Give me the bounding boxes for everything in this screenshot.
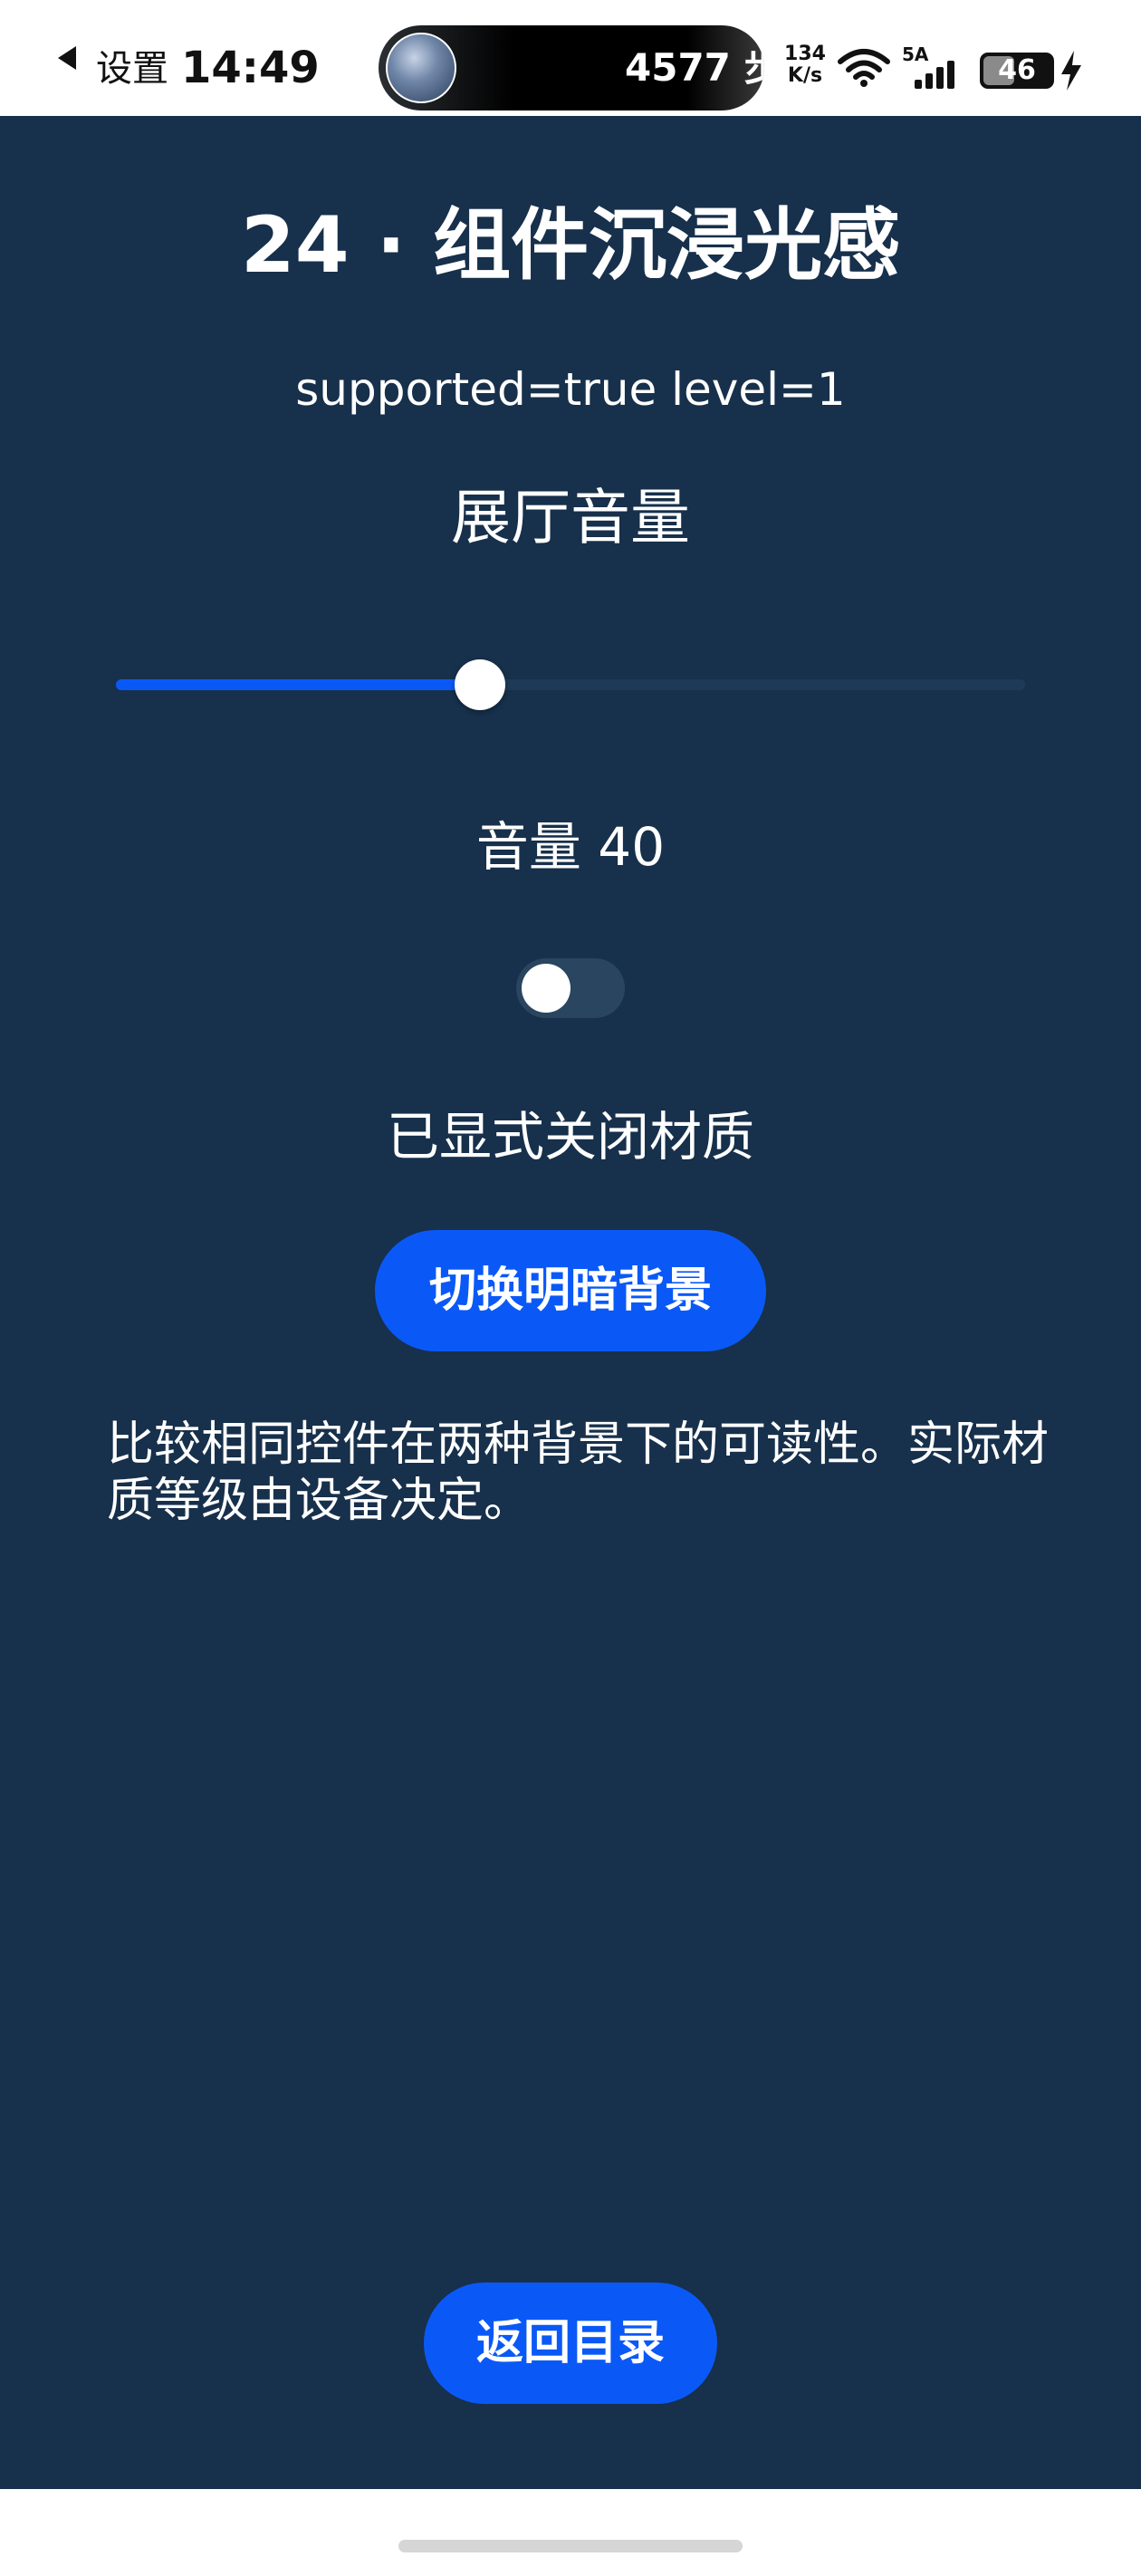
back-app-label[interactable]: 设置: [96, 45, 168, 92]
app-content: 24 · 组件沉浸光感 supported=true level=1 展厅音量 …: [0, 116, 1141, 2489]
volume-slider[interactable]: [116, 658, 1025, 712]
battery-icon: 46: [980, 53, 1054, 89]
toggle-background-button[interactable]: 切换明暗背景: [375, 1230, 766, 1351]
phone-screen: 设置 14:49 4577 步 134 K/s 5A 46 24 · 组件沉浸光…: [0, 0, 1141, 2576]
signal-icon: [915, 61, 954, 89]
wifi-icon: [838, 49, 890, 87]
slider-thumb[interactable]: [455, 659, 505, 710]
back-to-index-button[interactable]: 返回目录: [424, 2283, 717, 2404]
support-status: supported=true level=1: [295, 363, 846, 416]
slider-fill: [116, 679, 480, 690]
dynamic-island[interactable]: 4577 步: [379, 25, 764, 111]
network-speed-unit: K/s: [787, 64, 823, 87]
home-indicator[interactable]: [398, 2540, 743, 2552]
material-status: 已显式关闭材质: [386, 1106, 754, 1168]
network-speed-value: 134: [784, 43, 826, 65]
page-title: 24 · 组件沉浸光感: [240, 200, 901, 291]
description-text: 比较相同控件在两种背景下的可读性。实际材质等级由设备决定。: [107, 1418, 1050, 1528]
status-bar: 设置 14:49 4577 步 134 K/s 5A 46: [0, 0, 1141, 116]
step-count: 4577 步: [625, 45, 764, 90]
status-clock: 14:49: [181, 43, 320, 93]
network-speed: 134 K/s: [782, 43, 828, 87]
battery-level: 46: [998, 54, 1036, 86]
navigation-bar: [0, 2489, 1141, 2576]
material-toggle[interactable]: [516, 958, 625, 1018]
back-arrow-icon[interactable]: [58, 46, 76, 70]
section-title: 展厅音量: [451, 483, 690, 553]
toggle-knob: [522, 964, 570, 1013]
cellular-signal: 5A: [902, 43, 965, 91]
volume-label: 音量 40: [475, 816, 666, 878]
charging-bolt-icon: [1061, 51, 1081, 91]
island-avatar: [386, 33, 456, 103]
